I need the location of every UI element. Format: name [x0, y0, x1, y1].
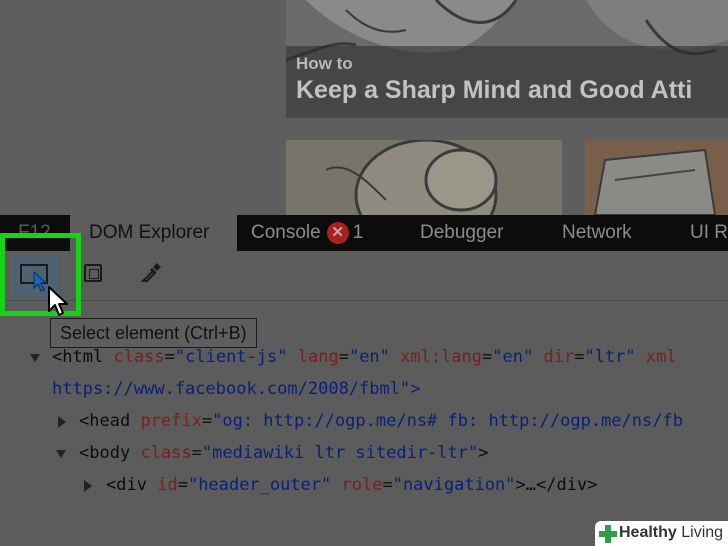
tab-debugger[interactable]: Debugger: [420, 215, 503, 251]
dom-node-head[interactable]: <head prefix="og: http://ogp.me/ns# fb: …: [79, 411, 683, 431]
tab-ui-responsiveness[interactable]: UI R: [690, 215, 728, 251]
dom-node-body[interactable]: <body class="mediawiki ltr sitedir-ltr">: [79, 443, 488, 463]
hero-kicker: How to: [296, 54, 353, 73]
box-outline-icon[interactable]: [84, 264, 102, 282]
select-element-tooltip: Select element (Ctrl+B): [50, 318, 257, 348]
brand-watermark: Healthy Living: [595, 521, 728, 546]
article-thumbnail[interactable]: [286, 140, 562, 215]
tab-label: DOM Explorer: [89, 222, 210, 243]
thumbnail-illustration: [325, 140, 498, 215]
dom-node-html-continuation[interactable]: https://www.facebook.com/2008/fbml">: [52, 379, 420, 399]
expand-arrow-icon[interactable]: [84, 480, 92, 492]
collapse-arrow-icon[interactable]: [30, 354, 40, 362]
plus-logo-icon: [599, 525, 617, 543]
thumbnail-illustration: [585, 140, 728, 215]
eyedropper-icon[interactable]: [140, 262, 162, 284]
tab-label: Network: [562, 222, 632, 243]
article-hero-card[interactable]: How to Keep a Sharp Mind and Good Atti: [286, 0, 728, 118]
tab-label: Debugger: [420, 222, 504, 243]
tab-label: Console: [251, 222, 321, 243]
watermark-text: Healthy Living: [619, 524, 724, 541]
console-error-count: 1: [352, 222, 364, 243]
collapse-arrow-icon[interactable]: [56, 450, 66, 458]
mouse-pointer-icon: [48, 286, 68, 316]
devtools-tab-bar: F12 DOM Explorer Console ✕ 1 Debugger Netw…: [0, 215, 728, 251]
tab-dom-explorer[interactable]: DOM Explorer: [70, 215, 237, 251]
dom-node-div[interactable]: <div id="header_outer" role="navigation"…: [106, 475, 597, 495]
dom-explorer-toolbar: [0, 251, 728, 300]
hero-title: Keep a Sharp Mind and Good Atti: [296, 76, 693, 104]
article-thumbnail[interactable]: [585, 140, 728, 215]
dom-node-html[interactable]: <html class="client-js" lang="en" xml:la…: [52, 347, 677, 367]
expand-arrow-icon[interactable]: [58, 416, 66, 428]
tab-network[interactable]: Network: [562, 215, 632, 251]
error-icon: ✕: [326, 221, 349, 244]
webpage-background: How to Keep a Sharp Mind and Good Atti: [0, 0, 728, 215]
tab-label: UI R: [690, 222, 728, 243]
tab-console[interactable]: Console ✕ 1: [251, 215, 363, 251]
toolbar-divider: [0, 300, 728, 301]
